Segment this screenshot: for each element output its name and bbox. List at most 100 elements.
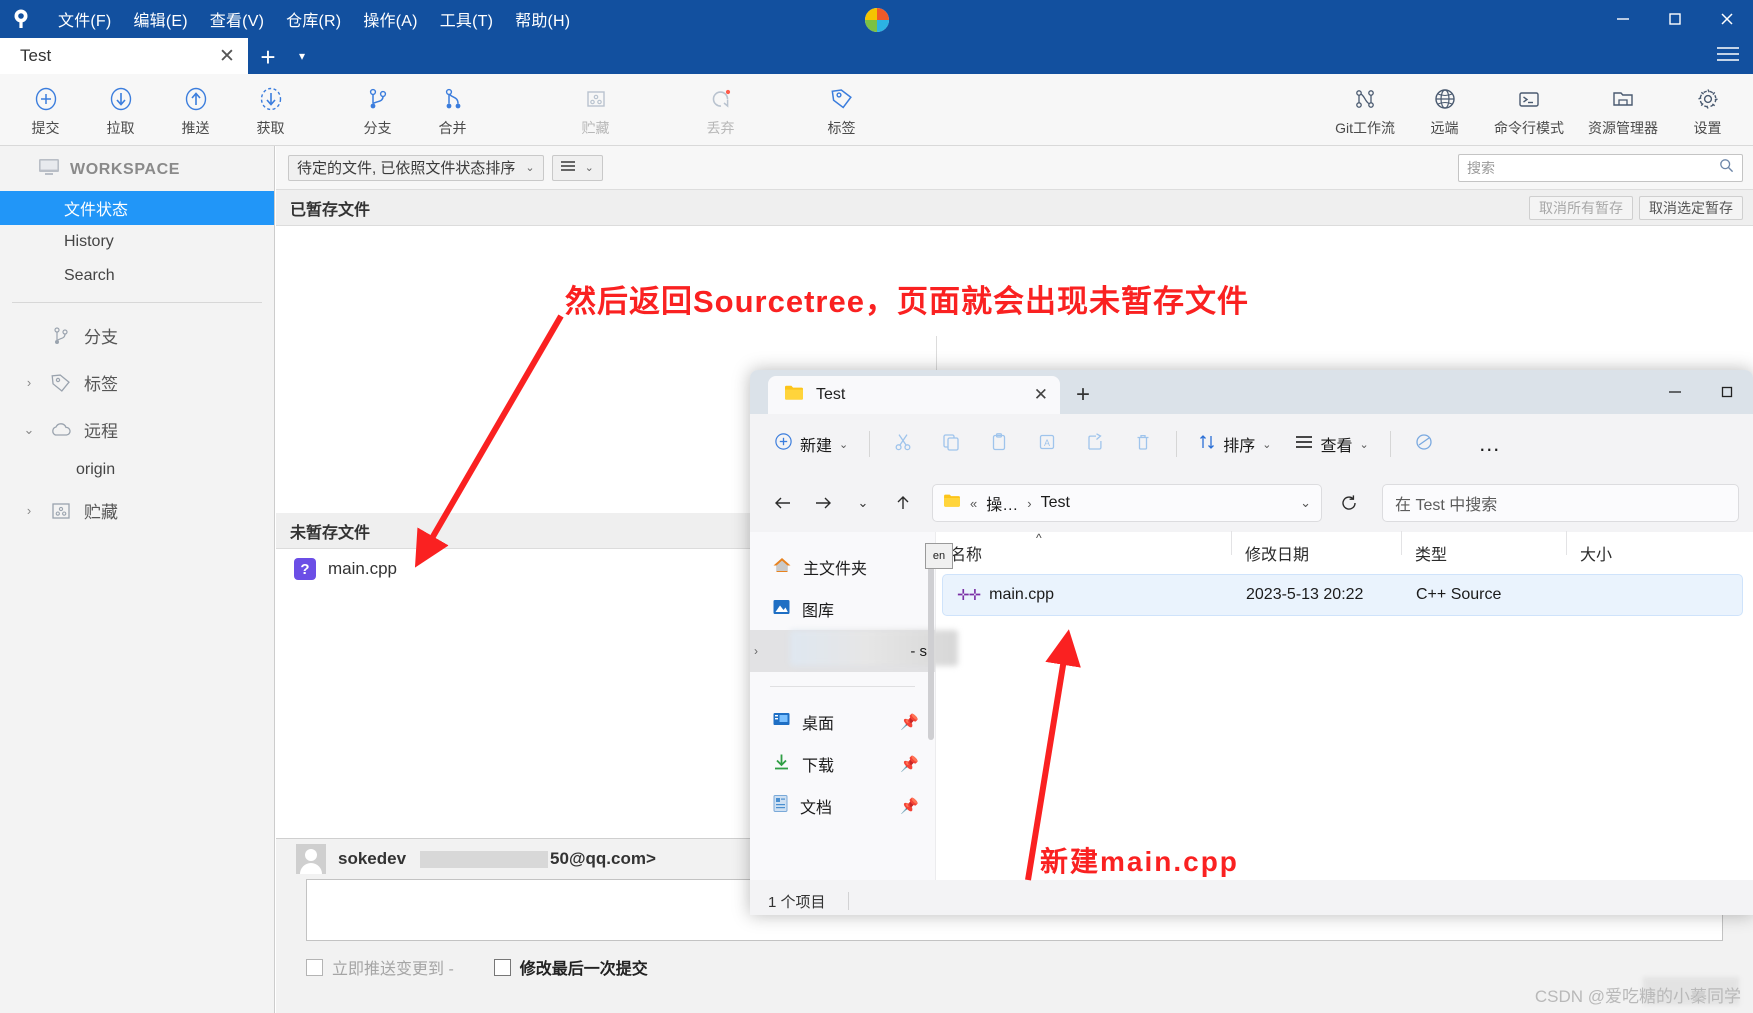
search-input[interactable]: 搜索 <box>1458 154 1743 182</box>
menu-item-edit[interactable]: 编辑(E) <box>123 3 197 35</box>
menu-item-file[interactable]: 文件(F) <box>48 3 121 35</box>
sidebar-item-search[interactable]: Search <box>0 259 274 293</box>
explorer-search-input[interactable]: 在 Test 中搜索 <box>1382 484 1739 522</box>
sidebar-group-label: 标签 <box>84 370 118 395</box>
file-sort-dropdown[interactable]: 待定的文件, 已依照文件状态排序 ⌄ <box>288 155 544 181</box>
address-bar[interactable]: « 操… › Test ⌄ <box>932 484 1322 522</box>
maximize-button[interactable] <box>1649 0 1701 38</box>
hamburger-menu-icon[interactable] <box>1715 44 1741 70</box>
sidebar-item-file-status[interactable]: 文件状态 <box>0 191 274 225</box>
explorer-filter-button[interactable] <box>1402 424 1446 464</box>
view-mode-dropdown[interactable]: ⌄ <box>552 155 603 181</box>
column-header-type[interactable]: 类型 <box>1401 541 1566 565</box>
pin-icon[interactable]: 📌 <box>900 713 919 731</box>
checkbox-box <box>306 959 323 976</box>
twisty-icon[interactable]: ⌄ <box>20 422 38 438</box>
breadcrumb-parent[interactable]: 操… <box>986 491 1018 515</box>
close-icon[interactable]: ✕ <box>216 45 238 68</box>
pin-icon[interactable]: 📌 <box>900 755 919 773</box>
unstage-selected-button[interactable]: 取消选定暂存 <box>1639 196 1743 220</box>
toolbar-merge-button[interactable]: 合并 <box>415 74 490 146</box>
explorer-rename-button[interactable]: A <box>1025 424 1069 464</box>
close-button[interactable] <box>1701 0 1753 38</box>
explorer-delete-button[interactable] <box>1121 424 1165 464</box>
sidebar-group-branches[interactable]: 分支 <box>0 312 274 359</box>
refresh-button[interactable] <box>1330 484 1368 522</box>
status-divider <box>848 892 849 910</box>
explorer-maximize-button[interactable] <box>1701 370 1753 414</box>
column-header-size[interactable]: 大小 <box>1566 541 1656 565</box>
push-immediately-checkbox[interactable]: 立即推送变更到 - <box>306 955 454 979</box>
nav-item-desktop[interactable]: 桌面 📌 <box>750 701 935 743</box>
close-icon[interactable]: ✕ <box>1034 385 1048 405</box>
explorer-minimize-button[interactable] <box>1649 370 1701 414</box>
nav-divider <box>770 686 915 687</box>
amend-commit-checkbox[interactable]: 修改最后一次提交 <box>494 955 648 979</box>
menu-item-actions[interactable]: 操作(A) <box>353 3 427 35</box>
toolbar-stash-button[interactable]: 贮藏 <box>558 74 633 146</box>
explorer-paste-button[interactable] <box>977 424 1021 464</box>
nav-item-onedrive[interactable]: › - s <box>750 630 935 672</box>
forward-button[interactable] <box>804 484 842 522</box>
explorer-tab-test[interactable]: Test ✕ <box>768 376 1060 414</box>
explorer-row-main-cpp[interactable]: ✛✛ main.cpp 2023-5-13 20:22 C++ Source <box>942 574 1743 616</box>
column-header-name[interactable]: 名称 ^ <box>936 541 1231 565</box>
twisty-icon[interactable]: › <box>754 644 758 658</box>
nav-item-home[interactable]: 主文件夹 <box>750 546 935 588</box>
explorer-new-button[interactable]: 新建 ⌄ <box>764 424 858 464</box>
toolbar-terminal-button[interactable]: 命令行模式 <box>1482 74 1576 146</box>
repo-tab-test[interactable]: Test ✕ <box>0 38 248 74</box>
toolbar-branch-button[interactable]: 分支 <box>340 74 415 146</box>
toolbar-push-button[interactable]: 推送 <box>158 74 233 146</box>
menu-item-tools[interactable]: 工具(T) <box>430 3 503 35</box>
toolbar-pull-button[interactable]: 拉取 <box>83 74 158 146</box>
menu-item-help[interactable]: 帮助(H) <box>505 3 580 35</box>
twisty-icon[interactable]: › <box>20 375 38 390</box>
pin-icon[interactable]: 📌 <box>900 797 919 815</box>
minimize-button[interactable] <box>1597 0 1649 38</box>
recent-locations-button[interactable]: ⌄ <box>844 484 882 522</box>
chevron-down-icon[interactable]: ▾ <box>288 38 316 74</box>
explorer-new-tab-button[interactable]: + <box>1060 376 1106 414</box>
nav-scrollbar[interactable] <box>928 550 934 740</box>
sidebar-group-stashes[interactable]: › 贮藏 <box>0 487 274 534</box>
sidebar-item-history[interactable]: History <box>0 225 274 259</box>
unstage-all-button[interactable]: 取消所有暂存 <box>1529 196 1633 220</box>
app-logo-badge <box>863 6 891 39</box>
breadcrumb-current[interactable]: Test <box>1041 494 1070 512</box>
toolbar-settings-button[interactable]: 设置 <box>1670 74 1745 146</box>
explorer-copy-button[interactable] <box>929 424 973 464</box>
up-button[interactable] <box>884 484 922 522</box>
twisty-icon[interactable]: › <box>20 503 38 518</box>
menu-item-view[interactable]: 查看(V) <box>200 3 274 35</box>
chevron-down-icon[interactable]: ⌄ <box>1300 495 1311 511</box>
toolbar-commit-button[interactable]: 提交 <box>8 74 83 146</box>
toolbar-gitflow-button[interactable]: Git工作流 <box>1323 74 1407 146</box>
explorer-share-button[interactable] <box>1073 424 1117 464</box>
column-header-modified[interactable]: 修改日期 <box>1231 541 1401 565</box>
sidebar-group-tags[interactable]: › 标签 <box>0 359 274 406</box>
explorer-cut-button[interactable] <box>881 424 925 464</box>
menu-item-repository[interactable]: 仓库(R) <box>276 3 351 35</box>
back-button[interactable] <box>764 484 802 522</box>
nav-item-label: - s <box>910 643 927 660</box>
file-list-header: 名称 ^ 修改日期 类型 大小 <box>936 532 1753 574</box>
sidebar-remote-origin[interactable]: origin <box>0 453 274 487</box>
toolbar-explorer-button[interactable]: 资源管理器 <box>1576 74 1670 146</box>
nav-item-documents[interactable]: 文档 📌 <box>750 785 935 827</box>
chevron-down-icon: ⌄ <box>858 495 869 511</box>
new-tab-button[interactable]: + <box>248 40 288 74</box>
nav-item-downloads[interactable]: 下载 📌 <box>750 743 935 785</box>
toolbar-pull-label: 拉取 <box>107 118 135 138</box>
toolbar-fetch-button[interactable]: 获取 <box>233 74 308 146</box>
explorer-more-button[interactable]: … <box>1468 424 1512 464</box>
search-icon[interactable] <box>1719 158 1734 178</box>
toolbar-tag-button[interactable]: 标签 <box>804 74 879 146</box>
nav-item-gallery[interactable]: 图库 <box>750 588 935 630</box>
sidebar-group-remotes[interactable]: ⌄ 远程 <box>0 406 274 453</box>
toolbar-remote-button[interactable]: 远端 <box>1407 74 1482 146</box>
toolbar-discard-button[interactable]: 丢弃 <box>683 74 758 146</box>
explorer-sort-button[interactable]: 排序 ⌄ <box>1188 424 1281 464</box>
explorer-view-button[interactable]: 查看 ⌄ <box>1285 424 1378 464</box>
delete-icon <box>1133 432 1153 457</box>
